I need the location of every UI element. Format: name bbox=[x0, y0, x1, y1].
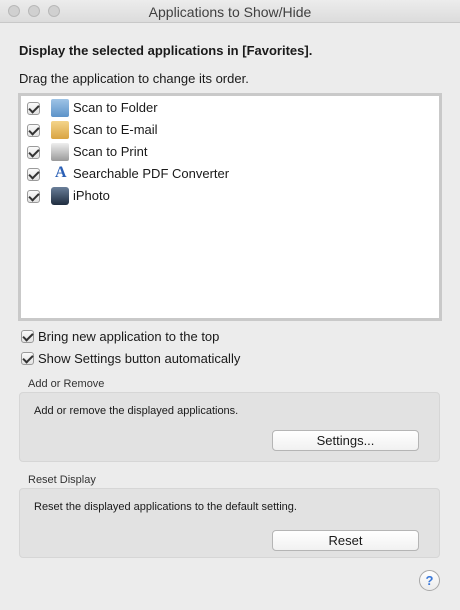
app-label: Scan to Print bbox=[73, 144, 148, 159]
list-item[interactable]: Scan to E-mail bbox=[24, 120, 424, 140]
page-heading: Display the selected applications in [Fa… bbox=[19, 43, 313, 58]
iphoto-icon bbox=[51, 187, 69, 205]
application-list[interactable]: Scan to Folder Scan to E-mail Scan to Pr… bbox=[18, 93, 442, 321]
list-item[interactable]: Scan to Folder bbox=[24, 98, 424, 118]
app-checkbox[interactable] bbox=[27, 146, 40, 159]
show-settings-label: Show Settings button automatically bbox=[38, 351, 241, 366]
app-checkbox[interactable] bbox=[27, 124, 40, 137]
folder-icon bbox=[51, 99, 69, 117]
app-checkbox[interactable] bbox=[27, 102, 40, 115]
app-checkbox[interactable] bbox=[27, 168, 40, 181]
title-bar: Applications to Show/Hide bbox=[0, 0, 460, 23]
reset-button[interactable]: Reset bbox=[272, 530, 419, 551]
app-label: Scan to Folder bbox=[73, 100, 158, 115]
printer-icon bbox=[51, 143, 69, 161]
app-label: Scan to E-mail bbox=[73, 122, 158, 137]
applications-dialog: Applications to Show/Hide Display the se… bbox=[0, 0, 460, 610]
settings-button[interactable]: Settings... bbox=[272, 430, 419, 451]
bring-to-top-checkbox[interactable] bbox=[21, 330, 34, 343]
window-title: Applications to Show/Hide bbox=[148, 4, 312, 20]
list-item[interactable]: iPhoto bbox=[24, 186, 424, 206]
add-remove-description: Add or remove the displayed applications… bbox=[34, 405, 239, 417]
reset-display-title: Reset Display bbox=[28, 474, 96, 486]
list-item[interactable]: Scan to Print bbox=[24, 142, 424, 162]
reset-display-group: Reset the displayed applications to the … bbox=[19, 488, 440, 558]
pdf-converter-icon: A bbox=[51, 164, 69, 183]
bring-to-top-label: Bring new application to the top bbox=[38, 329, 220, 344]
reset-display-description: Reset the displayed applications to the … bbox=[34, 501, 297, 513]
show-settings-checkbox[interactable] bbox=[21, 352, 34, 365]
drag-instruction: Drag the application to change its order… bbox=[19, 71, 249, 86]
add-remove-title: Add or Remove bbox=[28, 378, 105, 390]
app-label: Searchable PDF Converter bbox=[73, 166, 230, 181]
list-item[interactable]: A Searchable PDF Converter bbox=[24, 164, 424, 184]
email-icon bbox=[51, 121, 69, 139]
app-label: iPhoto bbox=[73, 188, 110, 203]
help-button[interactable]: ? bbox=[419, 570, 440, 591]
app-checkbox[interactable] bbox=[27, 190, 40, 203]
add-remove-group: Add or remove the displayed applications… bbox=[19, 392, 440, 462]
